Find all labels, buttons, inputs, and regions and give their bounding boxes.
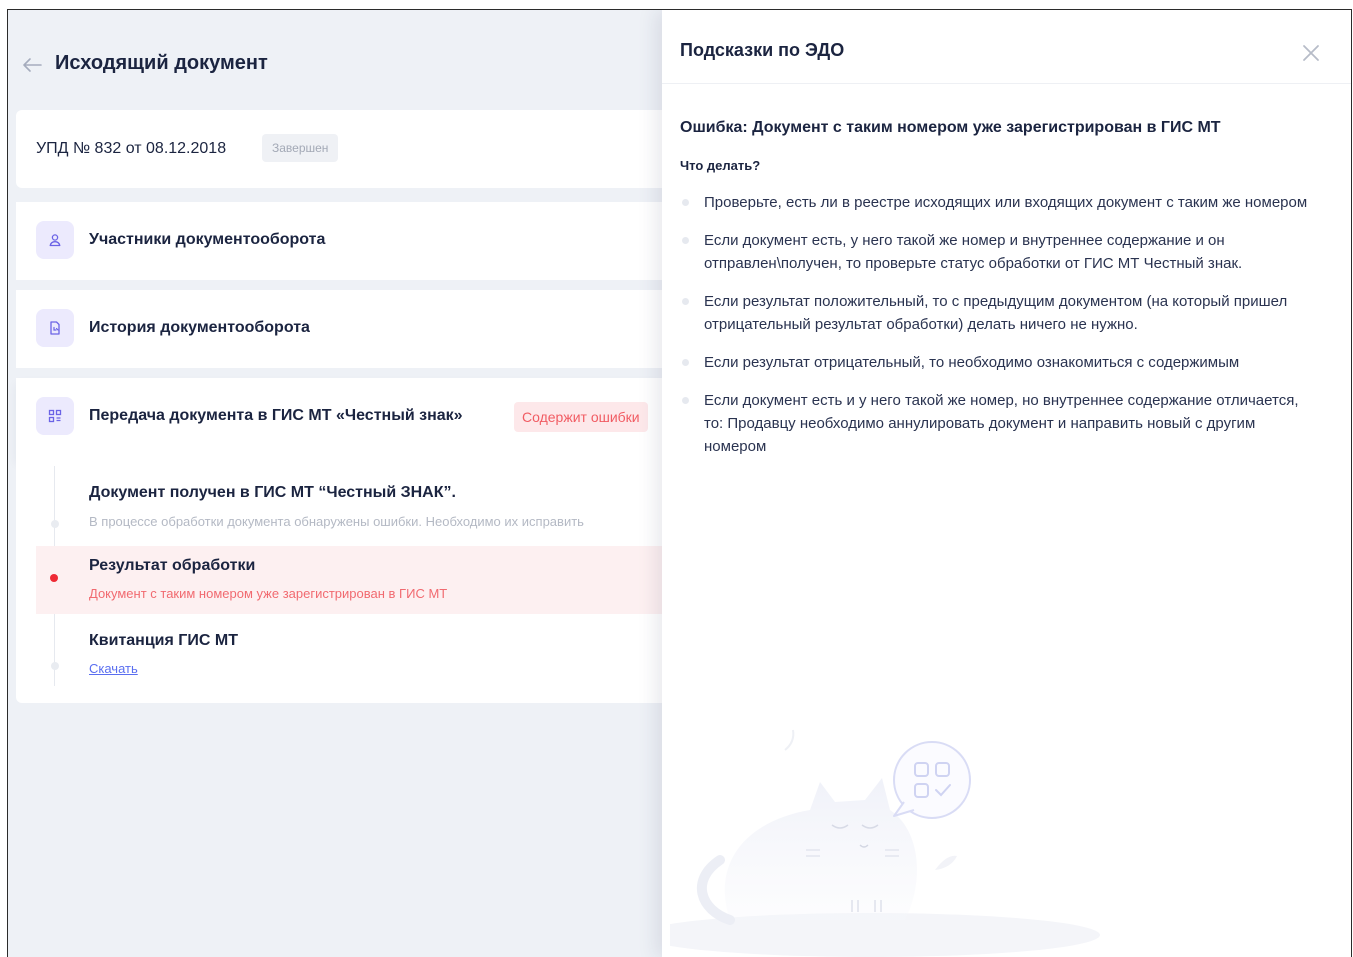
what-to-do-heading: Что делать? bbox=[680, 158, 761, 173]
document-number: УПД № 832 от 08.12.2018 bbox=[36, 140, 227, 157]
step-dot bbox=[51, 520, 59, 528]
step-result[interactable]: Результат обработки Документ с таким ном… bbox=[36, 546, 662, 614]
document-panel: Исходящий документ УПД № 832 от 08.12.20… bbox=[8, 10, 662, 957]
close-icon[interactable] bbox=[1299, 41, 1323, 65]
page-title: Исходящий документ bbox=[55, 52, 268, 74]
step-title: Документ получен в ГИС МТ “Честный ЗНАК”… bbox=[89, 484, 456, 501]
status-badge: Завершен bbox=[262, 134, 339, 162]
document-card: УПД № 832 от 08.12.2018 Завершен bbox=[16, 110, 662, 188]
download-link[interactable]: Скачать bbox=[89, 661, 138, 676]
hints-panel: Подсказки по ЭДО Ошибка: Документ с таки… bbox=[662, 10, 1351, 957]
error-badge: Содержит ошибки bbox=[514, 402, 648, 432]
section-label: Участники документооборота bbox=[89, 231, 326, 248]
hints-title: Подсказки по ЭДО bbox=[680, 40, 845, 60]
step-error-text: Документ с таким номером уже зарегистрир… bbox=[89, 586, 448, 601]
section-history[interactable]: История документооборота bbox=[16, 290, 662, 368]
list-item: Если результат положительный, то с преды… bbox=[680, 290, 1320, 336]
list-item: Если документ есть, у него такой же номе… bbox=[680, 229, 1320, 275]
section-label: История документооборота bbox=[89, 319, 310, 336]
step-title: Квитанция ГИС МТ bbox=[89, 632, 238, 649]
section-participants[interactable]: Участники документооборота bbox=[16, 202, 662, 280]
page-header: Исходящий документ bbox=[8, 10, 662, 110]
tips-list: Проверьте, есть ли в реестре исходящих и… bbox=[680, 191, 1320, 473]
list-item: Если результат отрицательный, то необход… bbox=[680, 351, 1320, 374]
document-history-icon bbox=[36, 309, 74, 347]
app-window: Исходящий документ УПД № 832 от 08.12.20… bbox=[7, 9, 1352, 957]
step-title: Результат обработки bbox=[89, 557, 256, 574]
section-gis-transfer[interactable]: Передача документа в ГИС МТ «Честный зна… bbox=[16, 378, 662, 458]
processing-steps: Документ получен в ГИС МТ “Честный ЗНАК”… bbox=[16, 458, 662, 703]
cat-illustration-icon bbox=[670, 729, 1100, 957]
arrow-left-icon[interactable] bbox=[20, 53, 44, 77]
error-dot bbox=[50, 574, 58, 582]
divider bbox=[662, 83, 1351, 84]
qr-code-icon bbox=[36, 397, 74, 435]
list-item: Если документ есть и у него такой же ном… bbox=[680, 389, 1320, 458]
user-icon bbox=[36, 221, 74, 259]
list-item: Проверьте, есть ли в реестре исходящих и… bbox=[680, 191, 1320, 214]
step-dot bbox=[51, 662, 59, 670]
section-label: Передача документа в ГИС МТ «Честный зна… bbox=[89, 407, 463, 424]
step-subtitle: В процессе обработки документа обнаружен… bbox=[89, 514, 584, 529]
error-title: Ошибка: Документ с таким номером уже зар… bbox=[680, 119, 1221, 136]
